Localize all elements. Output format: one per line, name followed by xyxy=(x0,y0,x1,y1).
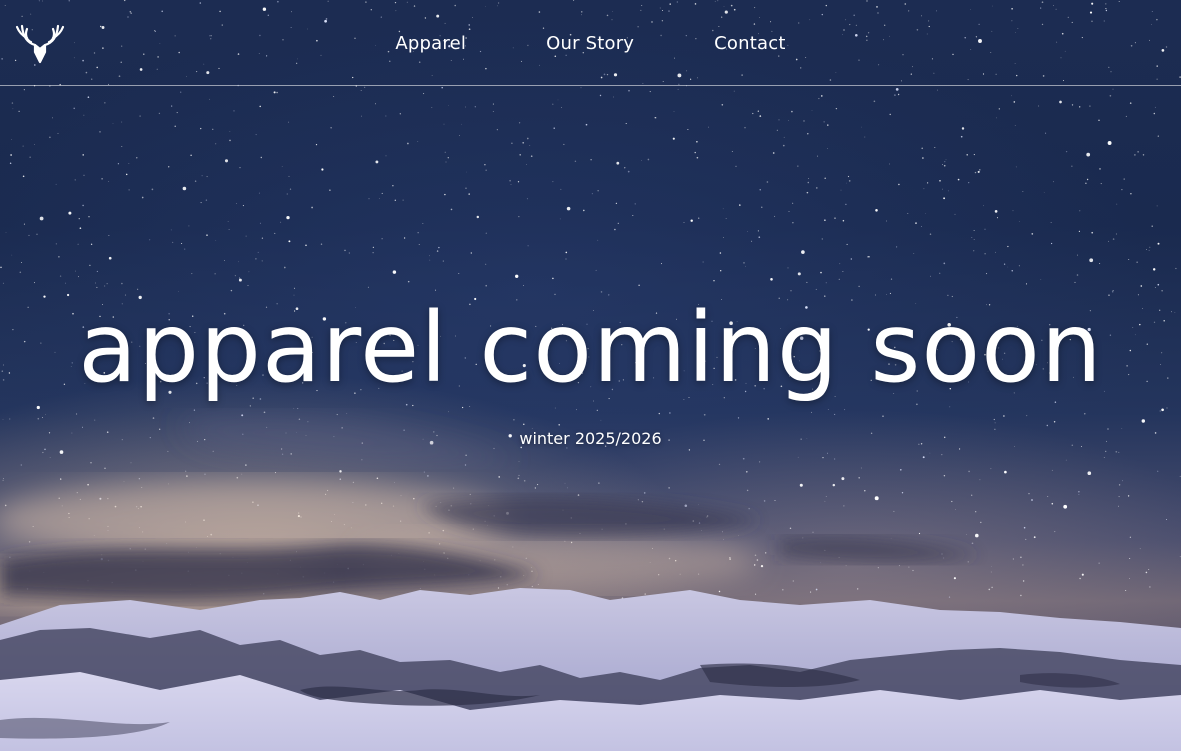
hero-subtitle: winter 2025/2026 xyxy=(519,429,662,448)
top-navigation-bar: Apparel Our Story Contact xyxy=(0,0,1181,86)
hero-title: apparel coming soon xyxy=(78,292,1103,404)
nav-link-our-story[interactable]: Our Story xyxy=(546,33,634,54)
nav-link-apparel[interactable]: Apparel xyxy=(395,33,466,54)
nav-link-contact[interactable]: Contact xyxy=(714,33,785,54)
nav-links: Apparel Our Story Contact xyxy=(0,0,1181,86)
landing-page: Apparel Our Story Contact apparel coming… xyxy=(0,0,1181,751)
